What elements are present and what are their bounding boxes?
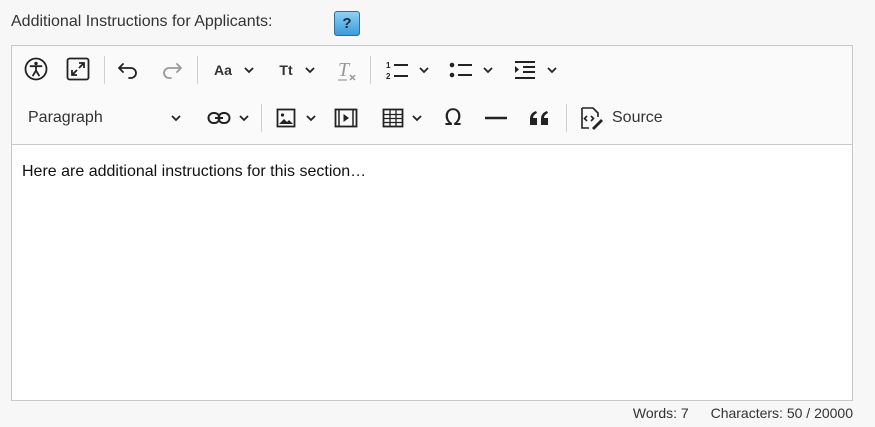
source-button[interactable]: Source — [578, 104, 670, 132]
editor-content[interactable]: Here are additional instructions for thi… — [22, 163, 366, 181]
toolbar-separator — [197, 56, 198, 84]
toolbar-separator — [261, 104, 262, 132]
accessibility-button[interactable] — [22, 55, 50, 83]
character-count: Characters: 50 / 20000 — [710, 405, 853, 421]
word-count: Words: 7 — [632, 405, 689, 421]
chevron-down-icon — [483, 66, 493, 73]
block-format-value: Paragraph — [28, 109, 103, 126]
font-family-icon: Aa — [214, 62, 232, 78]
chevron-down-icon — [547, 66, 557, 73]
font-size-icon: Tt — [279, 62, 293, 78]
table-icon — [382, 108, 404, 128]
remove-format-icon: T — [335, 58, 359, 82]
link-dropdown[interactable] — [202, 104, 254, 132]
svg-text:1: 1 — [386, 61, 391, 70]
fullscreen-icon — [66, 57, 90, 81]
font-family-dropdown[interactable]: Aa — [209, 58, 259, 82]
table-dropdown[interactable] — [378, 104, 426, 132]
media-icon — [334, 108, 358, 128]
indent-icon — [513, 59, 537, 81]
image-dropdown[interactable] — [272, 104, 320, 132]
redo-icon — [161, 61, 183, 79]
toolbar-separator — [370, 56, 371, 84]
image-icon — [276, 108, 296, 128]
chevron-down-icon — [306, 114, 316, 121]
chevron-down-icon — [304, 66, 315, 73]
remove-format-button[interactable]: T — [334, 56, 360, 84]
undo-icon — [117, 61, 139, 79]
chevron-down-icon — [244, 66, 254, 73]
bulleted-list-icon — [449, 59, 473, 81]
media-embed-button[interactable] — [332, 104, 360, 132]
numbered-list-dropdown[interactable]: 12 — [382, 56, 432, 84]
rich-text-editor: Aa Tt T 12 Paragraph Ω Source Here are a… — [11, 45, 853, 401]
font-size-dropdown[interactable]: Tt — [272, 58, 322, 82]
editor-toolbar: Aa Tt T 12 Paragraph Ω Source — [12, 46, 852, 145]
toolbar-separator — [104, 56, 105, 84]
field-label: Additional Instructions for Applicants: — [11, 13, 273, 30]
bulleted-list-dropdown[interactable] — [445, 56, 497, 84]
horizontal-line-icon — [485, 115, 507, 121]
link-icon — [207, 110, 231, 126]
special-characters-icon: Ω — [444, 105, 462, 131]
block-format-dropdown[interactable]: Paragraph — [22, 104, 187, 132]
svg-text:T: T — [338, 59, 351, 81]
indent-dropdown[interactable] — [510, 56, 560, 84]
source-icon — [578, 105, 604, 131]
svg-text:2: 2 — [386, 72, 391, 81]
fullscreen-button[interactable] — [64, 55, 92, 83]
chevron-down-icon — [419, 66, 429, 73]
blockquote-button[interactable] — [525, 104, 553, 132]
horizontal-line-button[interactable] — [482, 104, 510, 132]
chevron-down-icon — [412, 114, 422, 121]
chevron-down-icon — [171, 114, 181, 121]
blockquote-icon — [528, 110, 550, 126]
redo-button[interactable] — [160, 58, 184, 82]
special-characters-button[interactable]: Ω — [439, 104, 467, 132]
numbered-list-icon: 12 — [385, 59, 409, 81]
status-bar: Words: 7 Characters: 50 / 20000 — [615, 405, 853, 421]
help-button[interactable]: ? — [334, 11, 360, 36]
source-label: Source — [612, 109, 663, 126]
accessibility-icon — [24, 57, 48, 81]
undo-button[interactable] — [116, 58, 140, 82]
chevron-down-icon — [239, 114, 249, 121]
toolbar-separator — [566, 104, 567, 132]
